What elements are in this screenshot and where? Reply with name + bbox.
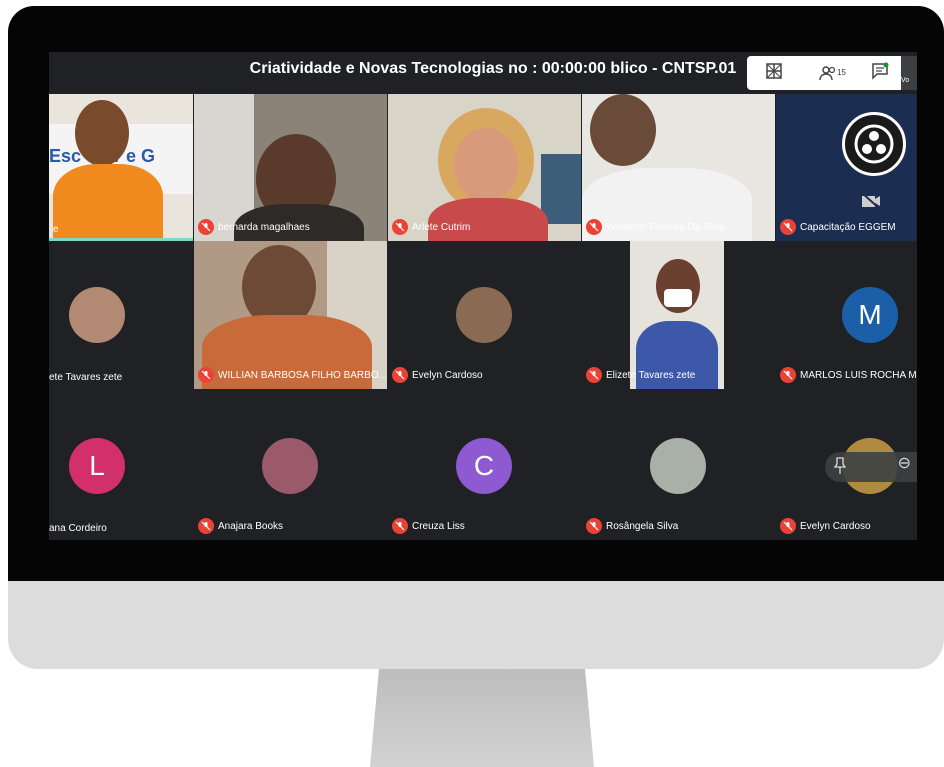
- participant-label: Arlete Cutrim: [392, 219, 470, 235]
- chat-icon[interactable]: [871, 62, 889, 84]
- participant-name: Capacitação EGGEM: [800, 221, 896, 233]
- mic-off-icon: [586, 219, 602, 235]
- tile-hover-controls: ⊖: [825, 452, 917, 482]
- participant-tile[interactable]: Arlete Cutrim: [388, 94, 582, 241]
- participant-initial-avatar: C: [456, 438, 512, 494]
- participant-tile[interactable]: bernarda magalhaes: [194, 94, 388, 241]
- participant-name: WILLIAN BARBOSA FILHO BARBO...: [218, 369, 387, 381]
- participant-tile[interactable]: C Creuza Liss: [388, 389, 582, 540]
- obs-logo-icon: [842, 112, 906, 176]
- video-grid: Esc Gov e G e bernarda magalhaes Arlete …: [49, 94, 917, 540]
- participant-label: Creuza Liss: [392, 518, 465, 534]
- participant-photo: [650, 438, 706, 494]
- participant-name: ete Tavares zete: [49, 372, 123, 383]
- participant-name: MARLOS LUIS ROCHA MA: [800, 369, 917, 381]
- mic-off-icon: [392, 219, 408, 235]
- monitor-chin: [8, 581, 944, 669]
- participant-label: Rosângela Silva: [586, 518, 678, 534]
- participant-label: Elizete Tavares zete: [586, 367, 695, 383]
- participant-name: Arlete Cutrim: [412, 221, 471, 233]
- mic-off-icon: [780, 219, 796, 235]
- participant-tile[interactable]: Elizete Tavares zete: [582, 241, 776, 389]
- people-icon: [819, 65, 837, 84]
- participant-label: ete Tavares zete: [49, 372, 122, 383]
- participant-label: MARLOS LUIS ROCHA MA: [780, 367, 917, 383]
- corner-label: Vo: [901, 56, 917, 90]
- participant-tile[interactable]: Rosângela Silva: [582, 389, 776, 540]
- participant-label: e: [53, 224, 59, 235]
- face-mask: [664, 289, 692, 307]
- participant-name: Evelyn Cardoso: [412, 369, 483, 381]
- participant-name: Rosângela Silva: [606, 520, 679, 532]
- participant-count: 15: [837, 68, 846, 77]
- participant-label: Evelyn Cardoso: [780, 518, 871, 534]
- mic-off-icon: [586, 367, 602, 383]
- mic-off-icon: [198, 518, 214, 534]
- participant-video: [75, 100, 129, 166]
- participant-tile[interactable]: M MARLOS LUIS ROCHA MA: [776, 241, 917, 389]
- mic-off-icon: [780, 367, 796, 383]
- mic-off-icon: [780, 518, 796, 534]
- participant-label: bernarda magalhaes: [198, 219, 310, 235]
- participant-label: Capacitação EGGEM: [780, 219, 896, 235]
- participant-tile[interactable]: Esc Gov e G e: [49, 94, 194, 241]
- participant-label: WILLIAN BARBOSA FILHO BARBO...: [198, 367, 387, 383]
- remove-icon[interactable]: ⊖: [898, 453, 911, 473]
- participant-video: [590, 94, 656, 166]
- participant-name: Elizete Tavares zete: [606, 369, 696, 381]
- pin-icon[interactable]: [833, 457, 847, 480]
- participant-label: Evelyn Cardoso: [392, 367, 483, 383]
- meeting-screen: Criatividade e Novas Tecnologias no : 00…: [49, 52, 917, 540]
- participant-label: Anajara Books: [198, 518, 283, 534]
- participant-photo: [69, 287, 125, 343]
- participant-initial-avatar: M: [842, 287, 898, 343]
- participant-tile[interactable]: Anajara Books: [194, 389, 388, 540]
- participant-photo: [262, 438, 318, 494]
- mic-off-icon: [392, 367, 408, 383]
- meeting-controls: 15 Vo: [747, 56, 917, 90]
- participant-name: ana Cordeiro: [49, 523, 107, 534]
- mic-off-icon: [392, 518, 408, 534]
- participant-name: Anajara Books: [218, 520, 284, 532]
- mic-off-icon: [198, 219, 214, 235]
- participant-name: Evelyn Cardoso: [800, 520, 871, 532]
- participant-name: Creuza Liss: [412, 520, 465, 532]
- camera-off-icon: [860, 192, 882, 215]
- monitor-stand: [370, 669, 594, 767]
- participant-name: e: [53, 224, 59, 235]
- participant-initial-avatar: L: [69, 438, 125, 494]
- mic-off-icon: [198, 367, 214, 383]
- meeting-top-bar: Criatividade e Novas Tecnologias no : 00…: [49, 52, 917, 94]
- grid-view-icon[interactable]: [765, 62, 783, 84]
- participant-tile[interactable]: Werberth Ferreira Da Silva: [582, 94, 776, 241]
- participant-tile[interactable]: WILLIAN BARBOSA FILHO BARBO...: [194, 241, 388, 389]
- participant-tile[interactable]: Evelyn Cardoso: [388, 241, 582, 389]
- people-button[interactable]: 15: [819, 62, 846, 84]
- participant-photo: [456, 287, 512, 343]
- participant-label: ana Cordeiro: [49, 523, 107, 534]
- participant-name: bernarda magalhaes: [218, 221, 310, 233]
- participant-tile[interactable]: L ana Cordeiro: [49, 389, 194, 540]
- participant-tile[interactable]: ete Tavares zete: [49, 241, 194, 389]
- mic-off-icon: [586, 518, 602, 534]
- participant-tile[interactable]: Capacitação EGGEM: [776, 94, 917, 241]
- participant-label: Werberth Ferreira Da Silva: [586, 219, 725, 235]
- participant-name: Werberth Ferreira Da Silva: [606, 221, 725, 233]
